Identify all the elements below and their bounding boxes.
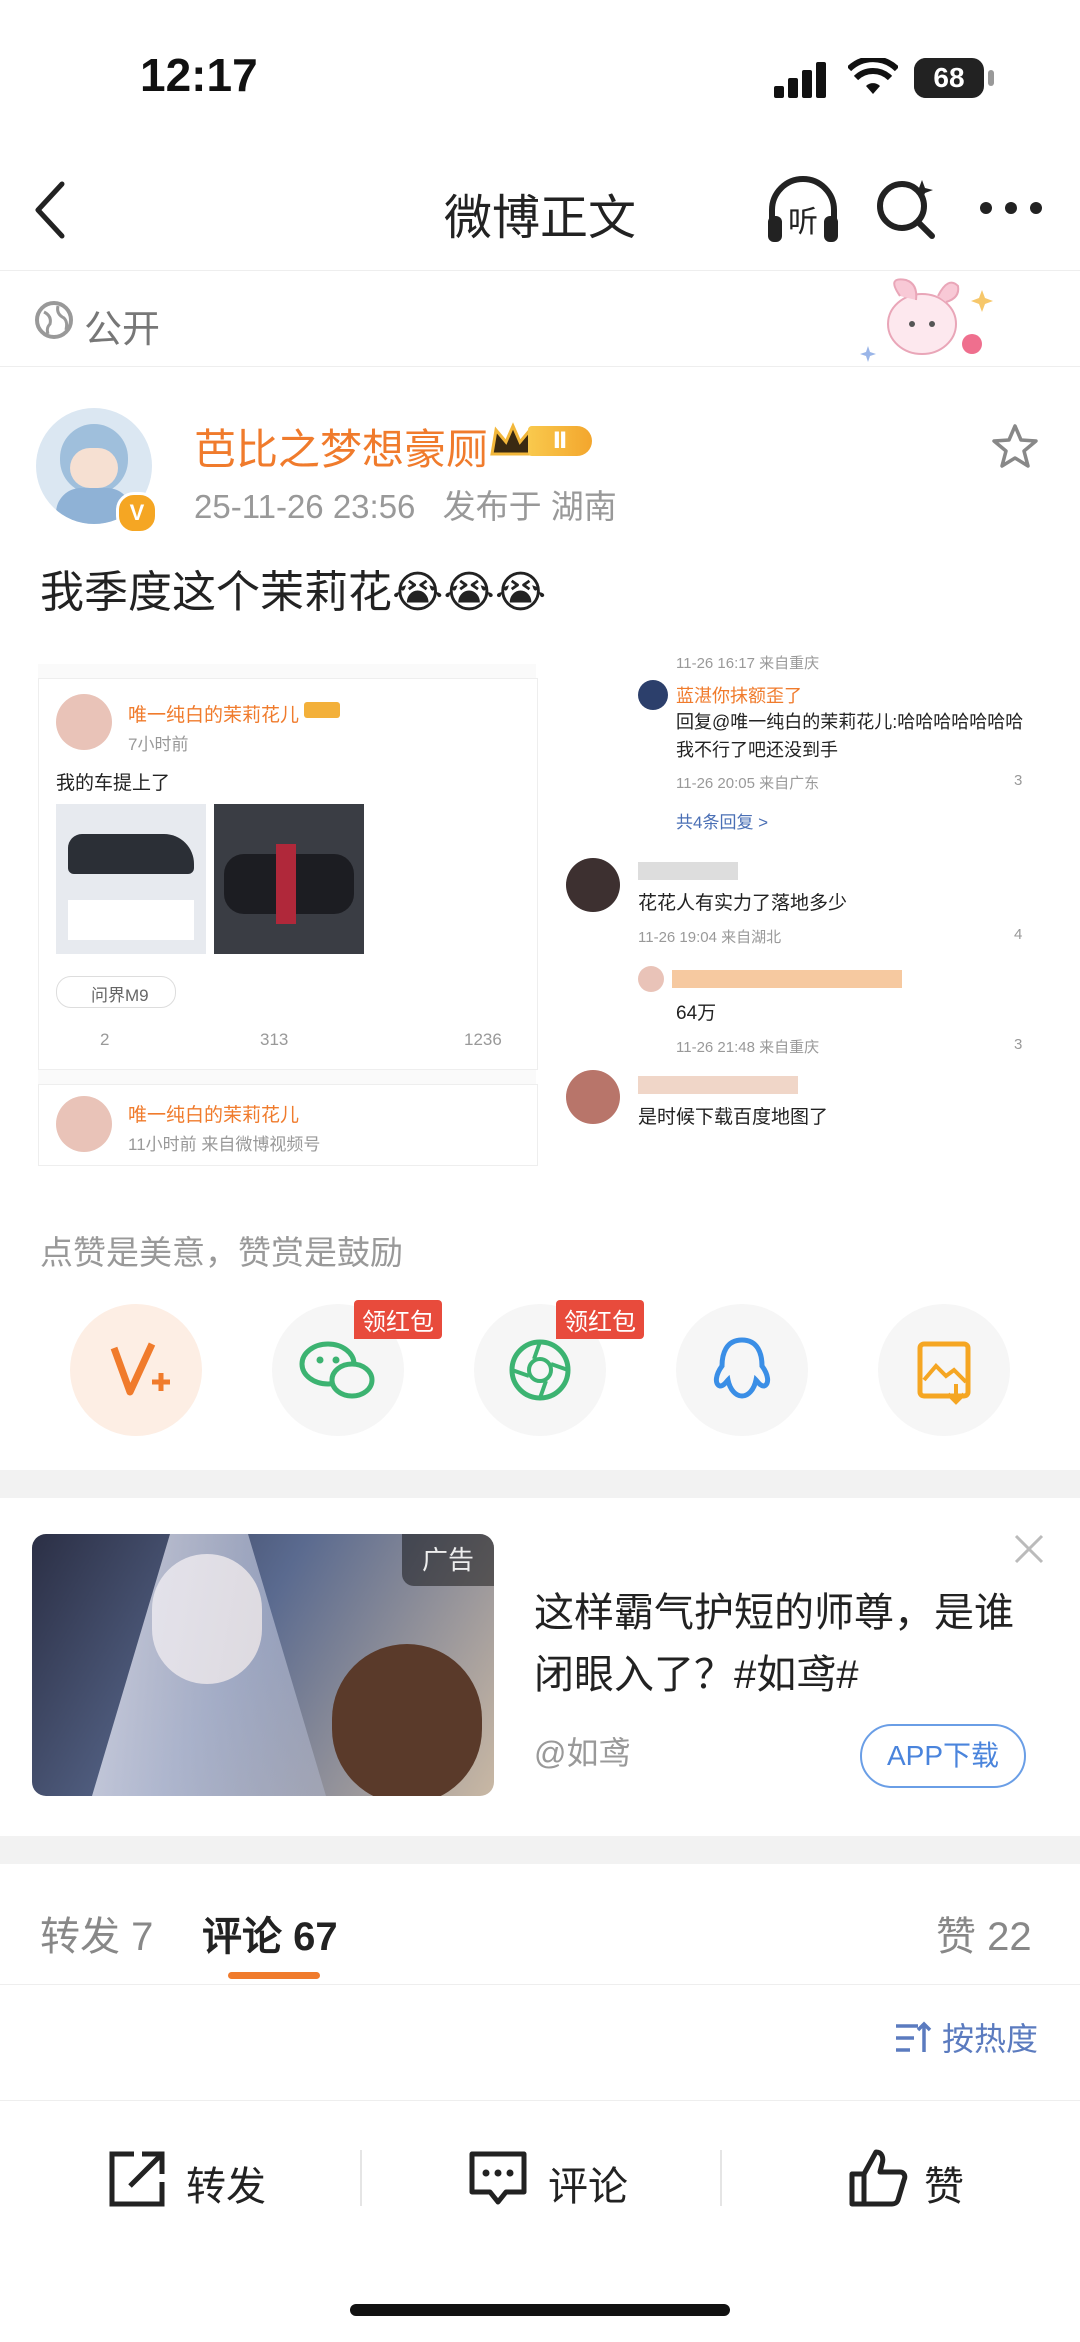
ad-image[interactable]: 广告 (32, 1534, 494, 1796)
status-time: 12:17 (140, 49, 258, 101)
post-meta: 25-11-26 23:56 发布于 湖南 (194, 480, 617, 528)
section-divider (0, 1470, 1080, 1498)
embedded-avatar (56, 694, 112, 750)
section-divider-2 (0, 1836, 1080, 1864)
like-button[interactable]: 赞 (846, 2146, 986, 2210)
save-image-button[interactable] (878, 1304, 1010, 1436)
comment-button[interactable]: 评论 (466, 2146, 666, 2210)
tab-comment[interactable]: 评论 67 (202, 1904, 338, 1962)
red-packet-tag-2: 领红包 (556, 1300, 644, 1339)
svg-text:听: 听 (788, 205, 818, 240)
embedded-rank-badge (304, 702, 340, 718)
post-text: 我季度这个茉莉花😭😭😭 (40, 568, 547, 617)
post-time: 25-11-26 23:56 (194, 488, 416, 525)
globe-icon (35, 301, 73, 339)
signal-icon (774, 62, 826, 98)
divider (360, 2150, 362, 2206)
post-username[interactable]: 芭比之梦想豪厕 (194, 416, 488, 477)
crying-emoji: 😭😭😭 (392, 568, 547, 617)
car-photo-1 (56, 804, 206, 954)
interaction-tabs (0, 1864, 1080, 1985)
close-icon[interactable] (1012, 1532, 1046, 1566)
listen-icon[interactable]: 听 (764, 176, 842, 246)
qq-icon (713, 1337, 771, 1399)
sort-label: 按热度 (942, 2021, 1039, 2057)
ad-source[interactable]: @如鸢 (534, 1728, 631, 1774)
reward-v-icon (110, 1342, 170, 1396)
verified-badge-icon: V (116, 492, 158, 534)
wifi-icon (848, 58, 898, 94)
car-photo-2 (214, 804, 364, 954)
save-image-icon (917, 1341, 971, 1405)
home-indicator[interactable] (350, 2304, 730, 2316)
tab-active-indicator (228, 1972, 320, 1979)
battery-icon: 68 (914, 58, 984, 98)
more-icon[interactable] (978, 200, 1044, 216)
divider-2 (720, 2150, 722, 2206)
reward-button[interactable] (70, 1304, 202, 1436)
ad-title[interactable]: 这样霸气护短的师尊，是谁闭眼入了？#如鸢# (534, 1582, 1034, 1706)
comment-icon (469, 2151, 527, 2205)
embedded-username: 唯一纯白的茉莉花儿 (128, 705, 300, 726)
status-bar: 12:17 68 (0, 0, 1080, 150)
rank-badge: Ⅱ (488, 420, 596, 462)
post-location: 发布于 湖南 (442, 488, 617, 525)
red-packet-tag: 领红包 (354, 1300, 442, 1339)
sort-icon (896, 2021, 932, 2052)
favorite-star-icon[interactable] (990, 422, 1040, 472)
decorative-bunny-sticker (860, 278, 993, 362)
battery-tip (988, 70, 994, 86)
tab-repost[interactable]: 转发 7 (40, 1904, 153, 1962)
ad-tag: 广告 (402, 1534, 494, 1586)
app-download-button[interactable]: APP下载 (860, 1724, 1026, 1788)
tab-like[interactable]: 赞 22 (936, 1904, 1032, 1962)
repost-icon (109, 2151, 165, 2207)
thumbs-up-icon (849, 2149, 908, 2207)
visibility-label: 公开 (84, 309, 161, 351)
post-image-left[interactable]: 唯一纯白的茉莉花儿 7小时前 我的车提上了 问界M9 2 313 1236 唯一… (38, 664, 538, 1166)
embedded-car-tag: 问界M9 (56, 976, 176, 1008)
post-image-right[interactable]: 11-26 16:17 来自重庆 蓝湛你抹额歪了 回复@唯一纯白的茉莉花儿:哈哈… (562, 652, 1046, 1164)
repost-button[interactable]: 转发 (104, 2146, 304, 2210)
qq-share-button[interactable] (676, 1304, 808, 1436)
search-icon[interactable] (874, 176, 938, 240)
reward-tip: 点赞是美意，赞赏是鼓励 (40, 1234, 403, 1271)
